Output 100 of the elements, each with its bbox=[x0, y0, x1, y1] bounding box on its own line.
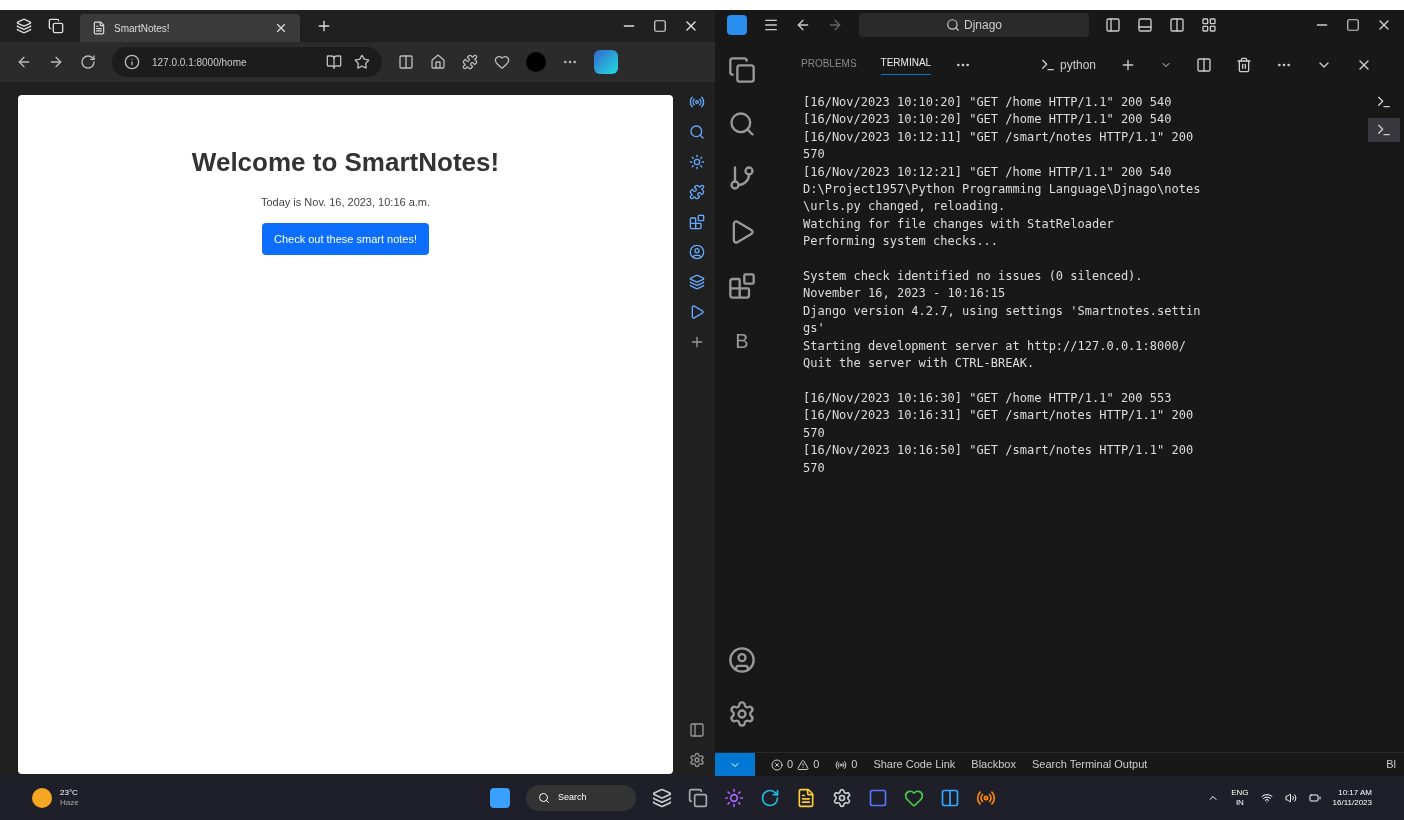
terminal-line: [16/Nov/2023 10:12:21] "GET /home HTTP/1.1" 200 540 bbox=[803, 164, 1172, 179]
read-aloud-icon[interactable] bbox=[326, 54, 342, 70]
problems-status[interactable]: 0 0 bbox=[771, 756, 820, 773]
terminal-selector[interactable]: python bbox=[1039, 56, 1096, 74]
home-icon[interactable] bbox=[430, 54, 446, 70]
search-icon bbox=[537, 792, 550, 804]
account-icon[interactable] bbox=[728, 646, 756, 674]
app-icon[interactable] bbox=[723, 788, 744, 808]
app-icon[interactable] bbox=[831, 788, 852, 808]
layout-icon[interactable] bbox=[1201, 17, 1217, 33]
battery-icon[interactable] bbox=[1308, 792, 1321, 804]
heart-icon[interactable] bbox=[494, 54, 510, 70]
settings-icon[interactable] bbox=[689, 752, 705, 768]
terminal-line: Quit the server with CTRL-BREAK. bbox=[803, 356, 1035, 371]
terminal-icon bbox=[1376, 122, 1392, 138]
blackbox-icon[interactable]: B bbox=[735, 326, 749, 356]
search-icon[interactable] bbox=[689, 124, 705, 140]
explorer-icon[interactable] bbox=[728, 56, 756, 84]
back-icon[interactable] bbox=[795, 17, 811, 33]
split-icon[interactable] bbox=[398, 54, 414, 70]
search-icon[interactable] bbox=[728, 110, 756, 138]
address-bar[interactable]: 127.0.0.1:8000/home bbox=[112, 47, 382, 77]
maximize-icon[interactable] bbox=[653, 19, 667, 33]
weather-text: Haze bbox=[60, 798, 79, 808]
search-field[interactable]: Djnago bbox=[859, 13, 1089, 37]
terminal-line: gs' bbox=[803, 321, 825, 336]
edge-sidebar-icon[interactable] bbox=[689, 274, 705, 290]
forward-icon[interactable] bbox=[48, 54, 64, 70]
terminal-line: 570 bbox=[803, 425, 825, 440]
volume-icon[interactable] bbox=[1284, 792, 1297, 804]
copilot-icon[interactable] bbox=[594, 50, 618, 74]
app-icon[interactable] bbox=[903, 788, 924, 808]
weather-icon[interactable] bbox=[32, 788, 52, 808]
add-icon[interactable] bbox=[689, 334, 705, 350]
terminal-line: [16/Nov/2023 10:16:50] "GET /smart/notes HTTP/1.1" 200 bbox=[803, 443, 1194, 458]
workspaces-icon[interactable] bbox=[16, 18, 32, 34]
edge-sidebar-icon[interactable] bbox=[689, 154, 705, 170]
source-control-icon[interactable] bbox=[728, 164, 756, 192]
ports-status[interactable]: 0 bbox=[835, 756, 858, 773]
status-item[interactable]: Share Code Link bbox=[873, 756, 956, 773]
new-terminal-icon[interactable] bbox=[1120, 57, 1136, 73]
search-icon bbox=[946, 18, 960, 32]
task-view-icon[interactable] bbox=[651, 788, 672, 808]
language-text: ENG bbox=[1231, 788, 1249, 798]
edge-sidebar-icon[interactable] bbox=[689, 214, 705, 230]
refresh-icon[interactable] bbox=[80, 54, 96, 70]
terminal-line: Performing system checks... bbox=[803, 234, 999, 249]
terminal-instance-icon[interactable] bbox=[1368, 118, 1400, 142]
tab-actions-icon[interactable] bbox=[48, 18, 64, 34]
status-item[interactable]: Bl bbox=[1386, 756, 1396, 773]
panel-bottom-icon[interactable] bbox=[1137, 17, 1153, 33]
extensions-icon[interactable] bbox=[728, 272, 756, 300]
terminal-line: [16/Nov/2023 10:10:20] "GET /home HTTP/1.1" 200 540 bbox=[803, 112, 1172, 127]
app-icon[interactable] bbox=[867, 788, 888, 808]
split-terminal-icon[interactable] bbox=[1196, 57, 1212, 73]
panel-tab[interactable]: PROBLEMS bbox=[801, 55, 857, 75]
terminal-instance-icon[interactable] bbox=[1376, 94, 1392, 110]
taskbar-search[interactable]: Search bbox=[525, 785, 636, 811]
wifi-icon[interactable] bbox=[1260, 792, 1273, 804]
sidebar-toggle-icon[interactable] bbox=[689, 722, 705, 738]
browser-tab[interactable]: SmartNotes! bbox=[80, 14, 300, 42]
maximize-icon[interactable] bbox=[1346, 18, 1360, 32]
panel-tab[interactable]: TERMINAL bbox=[880, 55, 932, 75]
terminal-line: [16/Nov/2023 10:16:30] "GET /home HTTP/1.1" 200 553 bbox=[803, 390, 1172, 405]
edge-sidebar-icon[interactable] bbox=[689, 184, 705, 200]
app-icon[interactable] bbox=[687, 788, 708, 808]
notes-button[interactable]: Check out these smart notes! bbox=[261, 222, 430, 255]
star-icon[interactable] bbox=[354, 54, 370, 70]
terminal-line: Django version 4.2.7, using settings 'Smartnotes.settin bbox=[803, 303, 1201, 318]
start-icon[interactable] bbox=[489, 788, 510, 808]
terminal-line: 570 bbox=[803, 460, 825, 475]
date-text: Today is Nov. 16, 2023, 10:16 a.m. bbox=[260, 195, 431, 210]
terminal-line: [16/Nov/2023 10:12:11] "GET /smart/notes HTTP/1.1" 200 bbox=[803, 129, 1194, 144]
region-text: IN bbox=[1235, 798, 1244, 808]
menu-icon[interactable] bbox=[763, 17, 779, 33]
terminal-line: [16/Nov/2023 10:16:31] "GET /smart/notes HTTP/1.1" 200 bbox=[803, 408, 1194, 423]
puzzle-icon[interactable] bbox=[462, 54, 478, 70]
status-item[interactable]: Blackbox bbox=[971, 756, 1016, 773]
warning-icon bbox=[797, 758, 810, 771]
panel-right-icon[interactable] bbox=[1169, 17, 1185, 33]
edge-sidebar-icon[interactable] bbox=[689, 94, 705, 110]
settings-icon[interactable] bbox=[728, 700, 756, 728]
new-tab-icon[interactable] bbox=[316, 18, 332, 34]
terminal-icon bbox=[1039, 57, 1056, 73]
panel-left-icon[interactable] bbox=[1105, 17, 1121, 33]
terminal-line: November 16, 2023 - 10:16:15 bbox=[803, 286, 1006, 301]
terminal-line: System check identified no issues (0 silenced). bbox=[803, 269, 1143, 284]
page-icon bbox=[92, 21, 106, 35]
terminal-line: Starting development server at http://127.0.0.1:8000/ bbox=[803, 338, 1186, 353]
forward-icon[interactable] bbox=[827, 17, 843, 33]
terminal-line: [16/Nov/2023 10:10:20] "GET /home HTTP/1.1" 200 540 bbox=[803, 95, 1172, 109]
edge-sidebar-icon[interactable] bbox=[689, 244, 705, 260]
edge-sidebar-icon[interactable] bbox=[689, 304, 705, 320]
back-icon[interactable] bbox=[16, 54, 32, 70]
error-icon bbox=[771, 758, 783, 771]
close-icon[interactable] bbox=[274, 21, 288, 35]
info-icon[interactable] bbox=[124, 54, 140, 70]
trash-icon[interactable] bbox=[1236, 57, 1252, 73]
ports-icon bbox=[835, 758, 848, 771]
status-item[interactable]: Search Terminal Output bbox=[1031, 756, 1148, 773]
